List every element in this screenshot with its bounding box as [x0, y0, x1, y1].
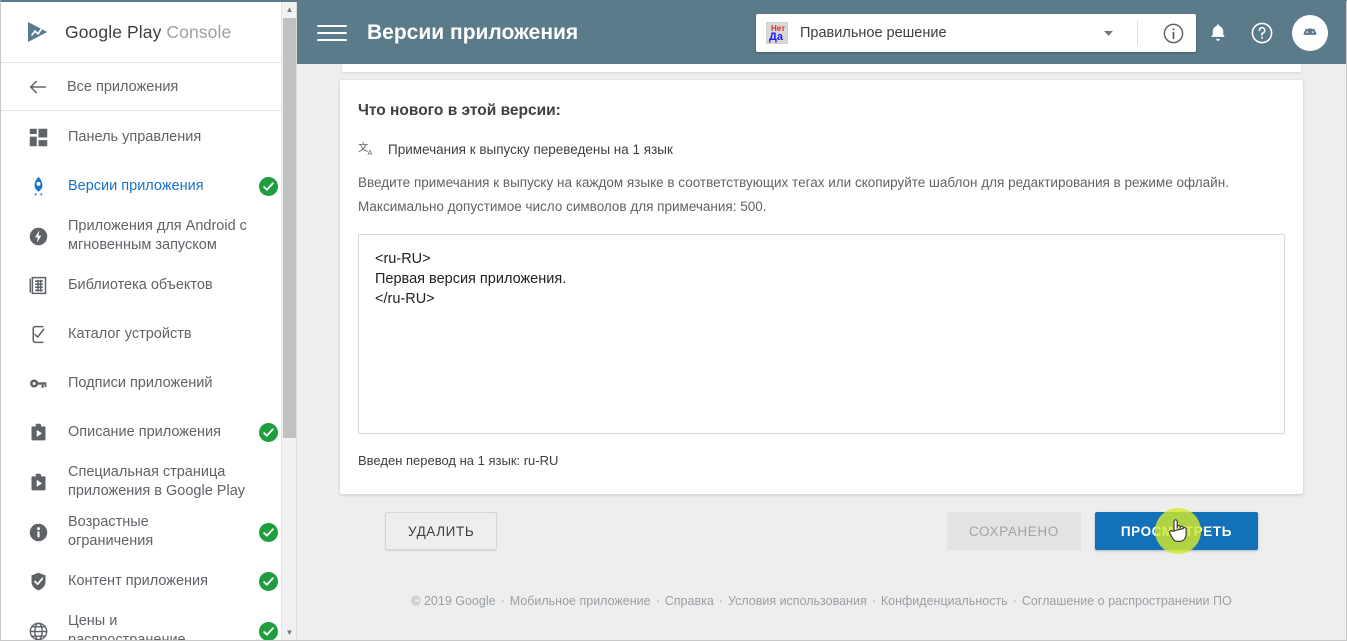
hamburger-icon[interactable]	[317, 18, 347, 48]
info-circle-icon[interactable]	[1150, 22, 1196, 45]
device-catalog-icon	[27, 323, 50, 346]
sidebar-item-instant-apps-label: Приложения для Android с мгновенным запу…	[68, 218, 247, 253]
translation-status-row: 文 A Примечания к выпуску переведены на 1…	[358, 140, 1285, 159]
sidebar-item-device-catalog-label: Каталог устройств	[68, 326, 192, 342]
action-bar: УДАЛИТЬ СОХРАНЕНО ПРОСМОТРЕТЬ	[340, 494, 1303, 554]
sidebar-item-device-catalog[interactable]: Каталог устройств	[1, 310, 296, 359]
help-circle-icon[interactable]	[1240, 11, 1284, 55]
footer-link-privacy[interactable]: Конфиденциальность	[881, 594, 1008, 608]
sidebar-item-custom-store-listing[interactable]: Специальная страница приложения в Google…	[1, 457, 296, 507]
footer-link-terms[interactable]: Условия использования	[728, 594, 867, 608]
page-title: Версии приложения	[367, 21, 579, 44]
bell-icon[interactable]	[1196, 11, 1240, 55]
key-icon	[27, 372, 50, 395]
sidebar-scrollbar[interactable]: ▲ ▼	[281, 2, 296, 640]
content-rating-icon	[27, 521, 50, 544]
sidebar-item-custom-store-listing-label: Специальная страница приложения в Google…	[68, 464, 246, 499]
preview-button[interactable]: ПРОСМОТРЕТЬ	[1094, 512, 1258, 550]
sidebar-item-app-content-label: Контент приложения	[68, 573, 209, 589]
preview-button-wrapper: ПРОСМОТРЕТЬ	[1094, 508, 1258, 554]
sidebar-item-instant-apps[interactable]: Приложения для Android с мгновенным запу…	[1, 211, 296, 261]
brand-header[interactable]: Google Play Console	[1, 2, 296, 63]
translation-status-label: Примечания к выпуску переведены на 1 язы…	[388, 142, 673, 157]
helper-text-line-2: Максимально допустимое число символов дл…	[358, 199, 767, 214]
sidebar-item-all-apps[interactable]: Все приложения	[1, 63, 296, 111]
play-console-window: Google Play Console Все приложения Панел…	[0, 0, 1347, 641]
app-selector-divider	[1137, 21, 1138, 45]
store-listing-icon	[27, 421, 50, 444]
helper-text-line-1: Введите примечания к выпуску на каждом я…	[358, 175, 1229, 190]
sidebar-item-app-releases[interactable]: Версии приложения	[1, 162, 296, 211]
footer-link-mobile-app[interactable]: Мобильное приложение	[510, 594, 651, 608]
footer-separator: ·	[871, 594, 876, 608]
status-check-icon	[259, 522, 278, 542]
arrow-left-icon	[27, 76, 49, 98]
footer-link-distribution-agreement[interactable]: Соглашение о распространении ПО	[1022, 594, 1232, 608]
scrollbar-up-arrow-icon[interactable]: ▲	[282, 2, 296, 17]
footer-separator: ·	[1012, 594, 1017, 608]
scrollbar-thumb[interactable]	[283, 18, 296, 438]
status-check-icon	[259, 572, 278, 591]
app-thumbnail-icon: Нет Да	[766, 22, 788, 44]
brand-title: Google Play Console	[65, 22, 231, 43]
rocket-icon	[27, 175, 50, 198]
play-console-logo-icon	[23, 18, 51, 46]
app-selector[interactable]: Нет Да Правильное решение	[756, 14, 1196, 52]
card-title: Что нового в этой версии:	[358, 102, 561, 119]
release-notes-card: Что нового в этой версии: 文 A Примечания…	[340, 80, 1303, 494]
footer-link-help[interactable]: Справка	[665, 594, 714, 608]
globe-icon	[27, 620, 50, 641]
translate-icon: 文 A	[358, 140, 377, 159]
sidebar-item-store-listing[interactable]: Описание приложения	[1, 408, 296, 457]
brand-title-light: Console	[166, 21, 232, 42]
delete-button[interactable]: УДАЛИТЬ	[385, 512, 498, 550]
notes-footer-text: Введен перевод на 1 язык: ru-RU	[358, 453, 559, 468]
sidebar-item-app-content[interactable]: Контент приложения	[1, 557, 296, 606]
sidebar-item-store-listing-label: Описание приложения	[68, 424, 222, 440]
bolt-icon	[27, 225, 50, 248]
main-pane: Версии приложения Нет Да Правильное решен…	[297, 2, 1346, 640]
sidebar-item-asset-library-label: Библиотека объектов	[68, 277, 213, 293]
saved-button: СОХРАНЕНО	[946, 512, 1081, 550]
sidebar-item-all-apps-label: Все приложения	[67, 78, 179, 95]
custom-listing-icon	[27, 471, 50, 494]
brand-title-bold: Google Play	[65, 21, 162, 42]
sidebar-item-content-rating-label: Возрастные ограничения	[68, 514, 154, 549]
previous-card-edge	[342, 64, 1301, 72]
chevron-down-icon[interactable]	[1091, 26, 1125, 41]
footer-separator: ·	[500, 594, 505, 608]
svg-text:A: A	[368, 149, 373, 157]
sidebar-item-content-rating[interactable]: Возрастные ограничения	[1, 507, 296, 557]
shield-icon	[27, 570, 50, 593]
footer-separator: ·	[718, 594, 723, 608]
sidebar-item-asset-library[interactable]: Библиотека объектов	[1, 261, 296, 310]
sidebar-item-pricing-distribution-label: Цены и распространение	[68, 613, 186, 640]
sidebar-item-dashboard-label: Панель управления	[68, 129, 202, 145]
sidebar: Google Play Console Все приложения Панел…	[1, 2, 297, 640]
scrollbar-down-arrow-icon[interactable]: ▼	[282, 625, 296, 640]
app-selector-value: Правильное решение	[800, 25, 947, 41]
status-check-icon	[259, 621, 278, 640]
library-icon	[27, 274, 50, 297]
status-check-icon	[259, 423, 278, 442]
footer-copyright: © 2019 Google	[411, 594, 496, 608]
sidebar-item-app-signing[interactable]: Подписи приложений	[1, 359, 296, 408]
sidebar-item-app-signing-label: Подписи приложений	[68, 375, 213, 391]
footer-separator: ·	[655, 594, 660, 608]
sidebar-nav: Панель управления Версии приложения Прил…	[1, 111, 296, 640]
android-avatar-icon[interactable]	[1292, 15, 1328, 51]
top-app-bar: Версии приложения Нет Да Правильное решен…	[297, 2, 1346, 64]
sidebar-item-pricing-distribution[interactable]: Цены и распространение	[1, 606, 296, 640]
status-check-icon	[259, 177, 278, 196]
sidebar-item-dashboard[interactable]: Панель управления	[1, 113, 296, 162]
release-notes-textarea[interactable]	[358, 234, 1285, 434]
footer: © 2019 Google · Мобильное приложение · Справ…	[340, 550, 1303, 608]
sidebar-item-app-releases-label: Версии приложения	[68, 178, 204, 194]
dashboard-icon	[27, 126, 50, 149]
content-area: Что нового в этой версии: 文 A Примечания…	[297, 64, 1346, 640]
